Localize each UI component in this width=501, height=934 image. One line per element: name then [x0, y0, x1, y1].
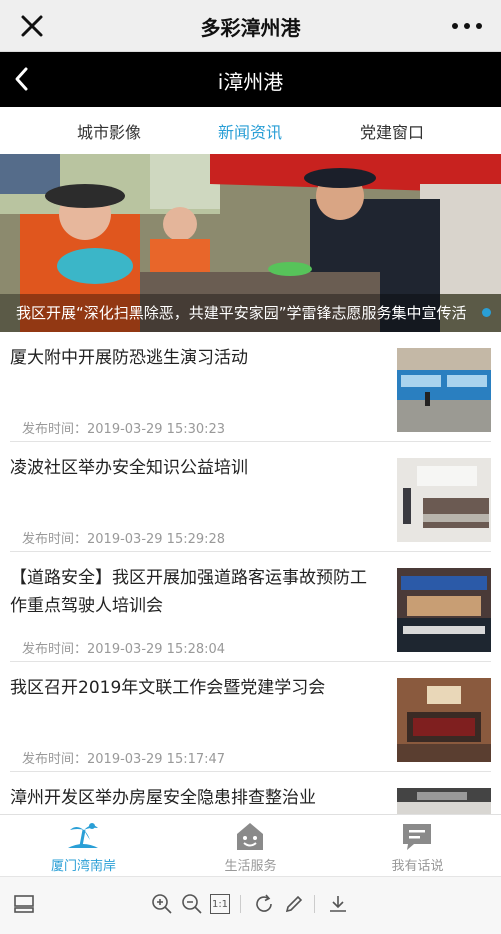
news-thumbnail [397, 678, 491, 762]
tab-party-window[interactable]: 党建窗口 [332, 119, 452, 143]
zoom-out-icon[interactable] [180, 892, 204, 916]
news-headline: 我区召开2019年文联工作会暨党建学习会 [10, 678, 326, 698]
nav-label: 我有话说 [391, 859, 444, 874]
wechat-header: 多彩漳州港 [0, 0, 501, 52]
news-date: 发布时间：2019-03-29 15:28:04 [22, 642, 226, 657]
news-thumbnail [397, 788, 491, 814]
nav-label: 生活服务 [224, 859, 277, 874]
news-headline: 凌波社区举办安全知识公益培训 [10, 458, 248, 478]
edit-icon[interactable] [282, 892, 306, 916]
house-icon [237, 823, 263, 850]
news-thumbnail [397, 348, 491, 432]
news-item[interactable]: 厦大附中开展防恐逃生演习活动 发布时间：2019-03-29 15:30:23 [10, 332, 491, 442]
tab-city-images[interactable]: 城市影像 [49, 119, 169, 143]
category-tabs: 城市影像 新闻资讯 党建窗口 [0, 107, 501, 154]
news-list: 厦大附中开展防恐逃生演习活动 发布时间：2019-03-29 15:30:23 … [0, 332, 501, 814]
news-date: 发布时间：2019-03-29 15:17:47 [22, 752, 226, 767]
rotate-icon[interactable] [252, 892, 276, 916]
nav-speak-up[interactable]: 我有话说 [334, 815, 501, 877]
wechat-title: 多彩漳州港 [200, 16, 301, 40]
island-icon [68, 823, 98, 848]
viewer-toolbar: 1:1 [0, 876, 501, 934]
nav-xiamen-bay[interactable]: 厦门湾南岸 [0, 815, 167, 877]
nav-label: 厦门湾南岸 [50, 859, 116, 874]
app-header: i漳州港 [0, 52, 501, 107]
chat-icon [403, 824, 431, 850]
zoom-in-icon[interactable] [150, 892, 174, 916]
news-date: 发布时间：2019-03-29 15:29:28 [22, 532, 226, 547]
banner-caption: 我区开展“深化扫黑除恶，共建平安家园”学雷锋志愿服务集中宣传活 [0, 294, 501, 332]
news-headline: 漳州开发区举办房屋安全隐患排查整治业 [10, 788, 316, 808]
download-icon[interactable] [326, 892, 350, 916]
layout-icon[interactable] [12, 892, 36, 916]
news-thumbnail [397, 568, 491, 652]
news-headline: 【道路安全】我区开展加强道路客运事故预防工作重点驾驶人培训会 [10, 568, 367, 616]
banner-carousel[interactable]: 我区开展“深化扫黑除恶，共建平安家园”学雷锋志愿服务集中宣传活 [0, 154, 501, 332]
actual-size-button[interactable]: 1:1 [210, 894, 230, 914]
news-headline: 厦大附中开展防恐逃生演习活动 [10, 348, 248, 368]
news-item[interactable]: 凌波社区举办安全知识公益培训 发布时间：2019-03-29 15:29:28 [10, 442, 491, 552]
bottom-nav: 厦门湾南岸 生活服务 我有话说 [0, 814, 501, 876]
news-thumbnail [397, 458, 491, 542]
nav-life-services[interactable]: 生活服务 [167, 815, 334, 877]
news-item[interactable]: 【道路安全】我区开展加强道路客运事故预防工作重点驾驶人培训会 发布时间：2019… [10, 552, 491, 662]
news-item[interactable]: 漳州开发区举办房屋安全隐患排查整治业 [10, 772, 491, 814]
toolbar-divider [314, 895, 315, 913]
toolbar-divider [240, 895, 241, 913]
more-icon[interactable] [447, 10, 487, 42]
carousel-indicator [482, 308, 491, 317]
app-title: i漳州港 [217, 70, 284, 94]
tab-news[interactable]: 新闻资讯 [190, 119, 310, 143]
news-item[interactable]: 我区召开2019年文联工作会暨党建学习会 发布时间：2019-03-29 15:… [10, 662, 491, 772]
news-date: 发布时间：2019-03-29 15:30:23 [22, 422, 226, 437]
